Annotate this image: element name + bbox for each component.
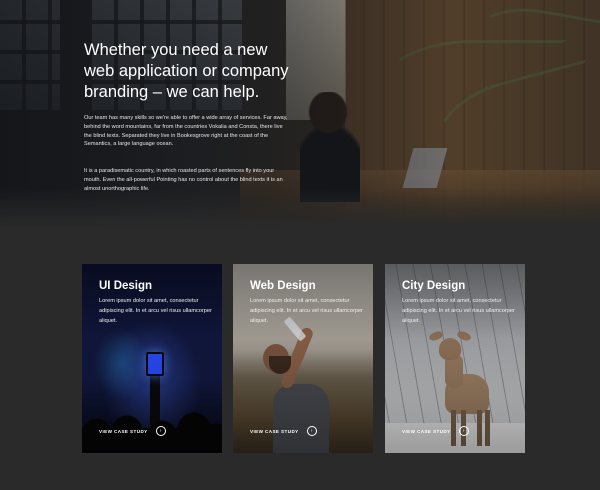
service-card-city-design[interactable]: City Design Lorem ipsum dolor sit amet, … [385,264,525,453]
view-case-study-link[interactable]: VIEW CASE STUDY › [99,426,166,436]
chevron-right-icon: › [155,426,166,436]
card-overlay [82,264,222,453]
cta-label: VIEW CASE STUDY [250,428,299,434]
chevron-right-icon: › [306,426,317,436]
card-overlay [233,264,373,453]
card-title: UI Design [99,280,153,292]
view-case-study-link[interactable]: VIEW CASE STUDY › [250,426,317,436]
chevron-right-icon: › [458,426,469,436]
card-title: City Design [402,280,466,292]
hero-paragraph-2: It is a paradisematic country, in which … [84,168,283,192]
card-description: Lorem ipsum dolor sit amet, consectetur … [250,298,363,324]
hero-text-block: Whether you need a new web application o… [84,40,294,103]
hero-section: Whether you need a new web application o… [0,0,600,228]
cta-label: VIEW CASE STUDY [99,428,148,434]
card-description: Lorem ipsum dolor sit amet, consectetur … [402,298,515,324]
hero-fade [0,188,600,228]
hero-paragraph-1: Our team has many skills so we're able t… [84,115,288,148]
card-overlay [385,264,525,453]
hero-headline: Whether you need a new web application o… [84,41,289,101]
card-title: Web Design [250,280,316,292]
cta-label: VIEW CASE STUDY [402,428,451,434]
service-card-web-design[interactable]: Web Design Lorem ipsum dolor sit amet, c… [233,264,373,453]
service-card-ui-design[interactable]: UI Design Lorem ipsum dolor sit amet, co… [82,264,222,453]
view-case-study-link[interactable]: VIEW CASE STUDY › [402,426,469,436]
card-description: Lorem ipsum dolor sit amet, consectetur … [99,298,212,324]
